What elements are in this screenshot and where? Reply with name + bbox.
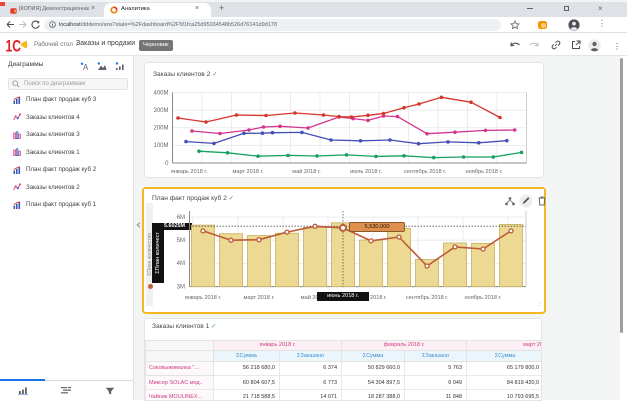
svg-text:A: A xyxy=(83,63,89,71)
svg-text:март 2018 г.: март 2018 г. xyxy=(233,169,264,175)
svg-text:400M: 400M xyxy=(153,90,168,96)
svg-text:июль 2018 г.: июль 2018 г. xyxy=(350,169,382,175)
svg-text:0: 0 xyxy=(165,161,169,167)
svg-text:сентябрь 2018 г.: сентябрь 2018 г. xyxy=(404,169,447,175)
svg-text:4M: 4M xyxy=(177,261,185,267)
svg-text:6M: 6M xyxy=(177,215,185,221)
svg-text:сентябрь 2018 г.: сентябрь 2018 г. xyxy=(406,295,449,301)
svg-text:январь 2018 г.: январь 2018 г. xyxy=(171,169,208,175)
svg-text:300M: 300M xyxy=(153,108,168,114)
svg-text:январь 2018 г.: январь 2018 г. xyxy=(185,295,222,301)
svg-text:март 2018 г.: март 2018 г. xyxy=(244,295,275,301)
svg-text:ноябрь 2018 г.: ноябрь 2018 г. xyxy=(465,295,502,301)
svg-text:200M: 200M xyxy=(153,126,168,132)
svg-text:3M: 3M xyxy=(177,284,185,290)
svg-text:5M: 5M xyxy=(177,238,185,244)
svg-text:ноябрь 2018 г.: ноябрь 2018 г. xyxy=(466,169,503,175)
svg-text:май 2018 г.: май 2018 г. xyxy=(292,168,321,175)
svg-text:100M: 100M xyxy=(153,143,168,149)
svg-text:1С: 1С xyxy=(6,39,22,53)
